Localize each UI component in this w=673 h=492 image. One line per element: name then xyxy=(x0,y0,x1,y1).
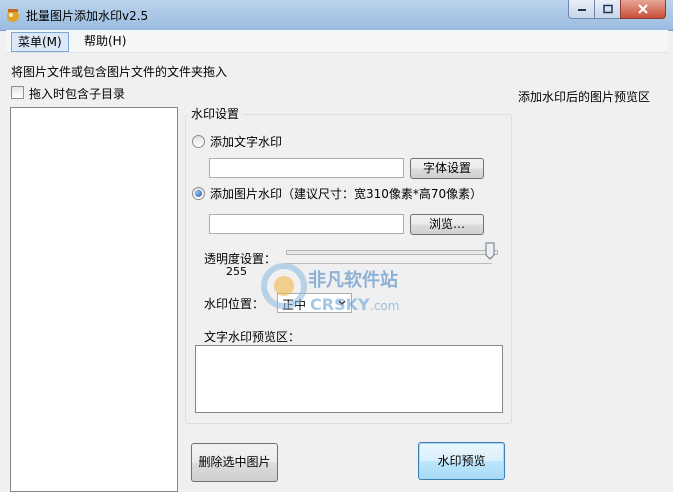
include-subdirs-checkbox[interactable] xyxy=(11,86,24,99)
include-subdirs-label: 拖入时包含子目录 xyxy=(29,87,126,101)
text-watermark-label: 添加文字水印 xyxy=(210,135,283,149)
delete-selected-button[interactable]: 删除选中图片 xyxy=(191,443,278,482)
maximize-icon xyxy=(602,4,613,14)
minimize-button[interactable] xyxy=(568,0,595,19)
menu-bar: 菜单(M) 帮助(H) xyxy=(6,30,668,53)
site-watermark-logo: 非凡软件站 CRSKY .com xyxy=(261,263,399,314)
watermark-brand-tld: .com xyxy=(370,299,399,313)
text-preview-box[interactable] xyxy=(195,345,503,413)
font-settings-button[interactable]: 字体设置 xyxy=(410,158,484,179)
watermark-preview-button[interactable]: 水印预览 xyxy=(418,442,505,480)
watermark-settings-title: 水印设置 xyxy=(188,105,243,122)
browse-button[interactable]: 浏览… xyxy=(410,214,484,235)
app-icon xyxy=(7,9,19,22)
opacity-slider-thumb[interactable] xyxy=(485,242,495,260)
drop-hint: 将图片文件或包含图片文件的文件夹拖入 xyxy=(11,65,228,79)
watermark-brand-en: CRSKY xyxy=(310,295,370,314)
minimize-icon xyxy=(577,9,586,11)
text-watermark-radio[interactable] xyxy=(192,135,205,148)
window-title: 批量图片添加水印v2.5 xyxy=(26,9,149,23)
text-preview-label: 文字水印预览区： xyxy=(204,330,301,344)
menu-main[interactable]: 菜单(M) xyxy=(11,32,69,52)
text-watermark-input[interactable] xyxy=(209,158,404,178)
close-icon xyxy=(638,4,648,14)
maximize-button[interactable] xyxy=(594,0,621,19)
position-label: 水印位置： xyxy=(204,297,265,311)
file-list[interactable] xyxy=(10,107,178,492)
image-watermark-label: 添加图片水印（建议尺寸：宽310像素*高70像素） xyxy=(210,187,483,201)
preview-area-label: 添加水印后的图片预览区 xyxy=(518,90,651,104)
menu-help[interactable]: 帮助(H) xyxy=(78,32,132,50)
watermark-brand-cn: 非凡软件站 xyxy=(308,269,398,291)
close-button[interactable] xyxy=(620,0,666,19)
title-bar[interactable]: 批量图片添加水印v2.5 xyxy=(0,0,673,31)
image-path-input[interactable] xyxy=(209,214,404,234)
image-watermark-radio[interactable] xyxy=(192,187,205,200)
opacity-value: 255 xyxy=(226,265,247,278)
